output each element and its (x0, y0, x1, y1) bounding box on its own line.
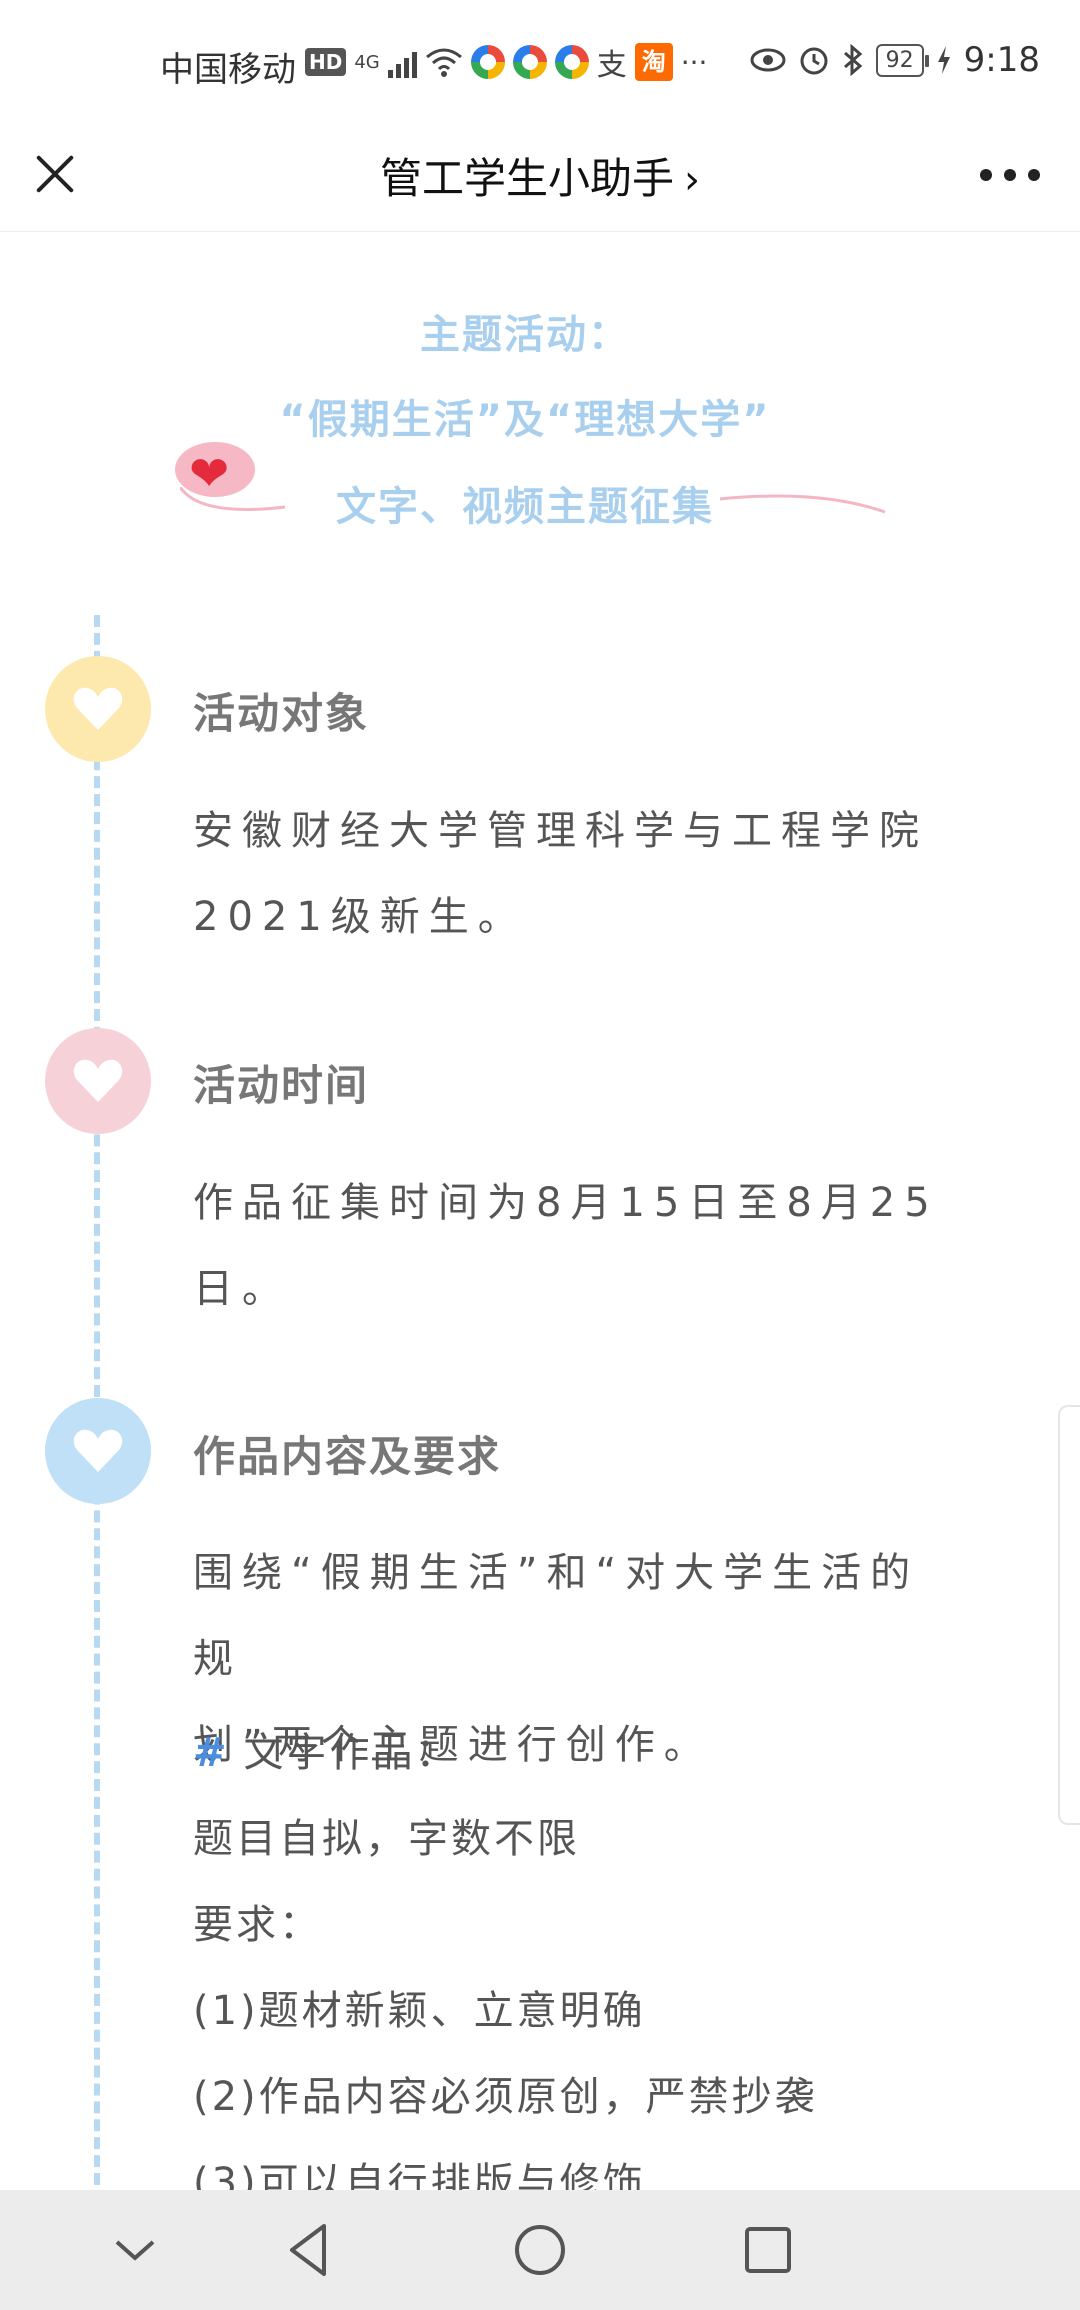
home-circle-icon[interactable] (510, 2220, 570, 2280)
chevron-down-icon[interactable] (105, 2220, 165, 2280)
theme-line-2: “假期生活”及“理想大学” (279, 397, 771, 443)
wifi-icon (425, 48, 462, 77)
status-bar: 中国移动 HD 4G 支 淘 ··· 92 9:18 (0, 0, 1080, 125)
alarm-icon (800, 47, 828, 75)
body-line: 日。 (193, 1266, 291, 1312)
body-line: 围绕“假期生活”和“对大学生活的规 (193, 1550, 920, 1682)
section-body: 作品征集时间为8月15日至8月25 日。 (193, 1160, 953, 1332)
battery-icon: 92 (875, 43, 929, 77)
body-line: 安徽财经大学管理科学与工程学院 (193, 808, 928, 854)
clock-time: 9:18 (963, 40, 1040, 80)
page-title: 管工学生小助手 (379, 154, 674, 203)
system-nav-bar (0, 2190, 1080, 2310)
list-item: 要求： (193, 1902, 322, 1948)
theme-header: ❤ 主题活动： “假期生活”及“理想大学” 文字、视频主题征集 (0, 232, 1080, 592)
scroll-indicator[interactable] (1058, 1405, 1080, 1825)
list-item: 题目自拟，字数不限 (193, 1816, 580, 1862)
eye-icon (750, 48, 786, 72)
bluetooth-icon (843, 44, 862, 76)
back-triangle-icon[interactable] (280, 2220, 340, 2280)
chevron-right-icon: › (684, 157, 700, 203)
status-right: 92 9:18 (750, 40, 1040, 80)
charging-icon (937, 46, 950, 74)
section-title: 活动对象 (193, 689, 370, 738)
body-line: 作品征集时间为8月15日至8月25 (193, 1180, 939, 1226)
theme-line-3: 文字、视频主题征集 (336, 484, 714, 530)
page-title-button[interactable]: 管工学生小助手 › (0, 145, 1080, 206)
section-title: 活动时间 (193, 1061, 370, 1110)
list-heading: # 文字作品： (193, 1720, 459, 1778)
carrier-label: 中国移动 (160, 50, 296, 90)
theme-line-1: 主题活动： (420, 312, 630, 358)
taobao-icon: 淘 (634, 43, 673, 81)
heart-icon (73, 1059, 123, 1102)
app-notification-icon (470, 45, 505, 79)
list-item: (2)作品内容必须原创，严禁抄袭 (193, 2074, 818, 2120)
hd-icon: HD (305, 48, 347, 76)
alipay-icon: 支 (596, 48, 627, 83)
timeline-node (45, 1028, 151, 1134)
timeline-node (45, 1398, 151, 1504)
signal-icon (387, 46, 417, 78)
status-icons: HD 4G 支 淘 ··· (305, 40, 707, 84)
timeline-node (45, 656, 151, 762)
body-line: 2021级新生。 (193, 894, 527, 940)
more-notifications-icon: ··· (680, 45, 708, 79)
app-notification-icon (554, 45, 589, 79)
heart-icon (73, 687, 123, 730)
recent-square-icon[interactable] (738, 2220, 798, 2280)
title-bar: 管工学生小助手 › (0, 125, 1080, 232)
more-icon[interactable] (980, 165, 1040, 185)
network-type-label: 4G (354, 51, 380, 73)
list-item: (1)题材新颖、立意明确 (193, 1988, 646, 2034)
app-notification-icon (512, 45, 547, 79)
hash-mark: # (193, 1730, 230, 1776)
section-body: 安徽财经大学管理科学与工程学院 2021级新生。 (193, 788, 953, 960)
section-title: 作品内容及要求 (193, 1432, 502, 1481)
list-heading-text: 文字作品： (243, 1730, 459, 1776)
heart-icon (73, 1429, 123, 1472)
